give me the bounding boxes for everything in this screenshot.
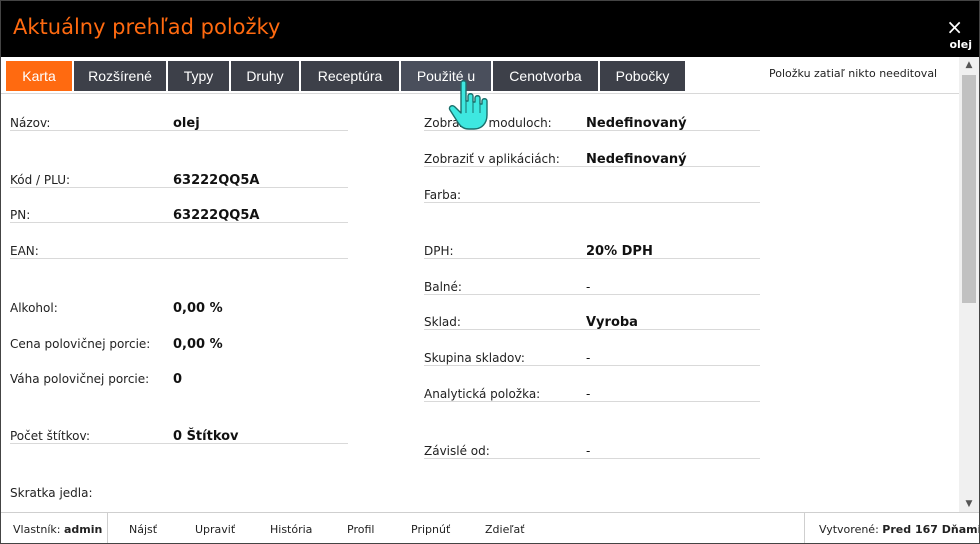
scroll-up-icon[interactable]: ▲: [959, 57, 979, 73]
item-details: Názov: olej Kód / PLU: 63222QQ5A PN: 632…: [1, 94, 959, 512]
field-vaha-polovicnej: Váha polovičnej porcie: 0: [10, 350, 348, 387]
tab-pobocky[interactable]: Pobočky: [600, 61, 685, 91]
edit-status-note: Položku zatiaľ nikto needitoval: [769, 67, 938, 80]
field-skupina-skladov: Skupina skladov: -: [424, 329, 760, 366]
field-sklad: Sklad: Vyroba: [424, 293, 760, 330]
field-label: Zobraziť v aplikáciách:: [424, 152, 560, 166]
field-label: Analytická položka:: [424, 387, 541, 401]
field-label: Zobraziť v moduloch:: [424, 116, 552, 130]
field-label: Názov:: [10, 116, 51, 130]
item-name-label: olej: [949, 38, 972, 51]
edit-button[interactable]: Upraviť: [195, 523, 235, 536]
field-label: Kód / PLU:: [10, 173, 71, 187]
field-label: PN:: [10, 208, 31, 222]
footer-divider: [804, 513, 805, 543]
field-analyticka-polozka: Analytická položka: -: [424, 365, 760, 402]
field-dph: DPH: 20% DPH: [424, 222, 760, 259]
field-nazov: Názov: olej: [10, 94, 348, 131]
field-value: Nedefinovaný: [586, 152, 687, 167]
field-pocet-stitkov: Počet štítkov: 0 Štítkov: [10, 407, 348, 444]
footer-divider: [107, 513, 108, 543]
created-info: Vytvorené: Pred 167 Dňami: [819, 523, 980, 536]
created-label: Vytvorené:: [819, 523, 879, 536]
field-value: 0,00 %: [173, 301, 223, 316]
field-farba: Farba:: [424, 166, 760, 203]
field-ean: EAN:: [10, 222, 348, 259]
title-bar: Aktuálny prehľad položky × olej: [1, 1, 979, 57]
close-icon[interactable]: ×: [946, 17, 963, 37]
tab-typy[interactable]: Typy: [168, 61, 229, 91]
field-label: Váha polovičnej porcie:: [10, 372, 150, 386]
pin-button[interactable]: Pripnúť: [411, 523, 450, 536]
field-value: olej: [173, 116, 200, 131]
share-button[interactable]: Zdieľať: [485, 523, 525, 536]
tab-receptura[interactable]: Receptúra: [301, 61, 399, 91]
field-label: Cena polovičnej porcie:: [10, 337, 151, 351]
owner-label: Vlastník:: [13, 523, 61, 536]
tab-bar: Karta Rozšírené Typy Druhy Receptúra Pou…: [1, 57, 979, 94]
profile-button[interactable]: Profil: [347, 523, 374, 536]
field-value: 63222QQ5A: [173, 208, 260, 223]
field-skratka-jedla: Skratka jedla:: [10, 464, 348, 500]
field-label: Počet štítkov:: [10, 429, 90, 443]
field-zobrazit-aplikaciach: Zobraziť v aplikáciách: Nedefinovaný: [424, 130, 760, 167]
field-value: Vyroba: [586, 315, 638, 330]
created-value: Pred 167 Dňami: [882, 523, 980, 536]
field-label: Sklad:: [424, 315, 461, 329]
field-label: Alkohol:: [10, 301, 58, 315]
field-label: Skupina skladov:: [424, 351, 525, 365]
tab-karta[interactable]: Karta: [6, 61, 72, 91]
find-button[interactable]: Nájsť: [129, 523, 157, 536]
field-value: 20% DPH: [586, 244, 653, 259]
window-title: Aktuálny prehľad položky: [13, 15, 281, 39]
owner-info: Vlastník: admin: [13, 523, 102, 536]
tab-cenotvorba[interactable]: Cenotvorba: [493, 61, 598, 91]
field-zavisle-od: Závislé od: -: [424, 422, 760, 459]
footer-bar: Vlastník: admin Nájsť Upraviť História P…: [1, 512, 980, 543]
tab-rozsirene[interactable]: Rozšírené: [74, 61, 166, 91]
field-value: 0 Štítkov: [173, 429, 239, 444]
history-button[interactable]: História: [270, 523, 312, 536]
owner-value: admin: [63, 523, 103, 536]
field-value: -: [586, 444, 591, 458]
field-value: -: [586, 387, 591, 401]
field-label: Skratka jedla:: [10, 486, 93, 500]
item-detail-window: Aktuálny prehľad položky × olej Karta Ro…: [0, 0, 980, 544]
field-cena-polovicnej: Cena polovičnej porcie: 0,00 %: [10, 315, 348, 352]
field-label: Závislé od:: [424, 444, 490, 458]
tab-pouzite-u[interactable]: Použité u: [401, 61, 491, 91]
field-label: Balné:: [424, 280, 462, 294]
tab-druhy[interactable]: Druhy: [231, 61, 299, 91]
field-value: Nedefinovaný: [586, 116, 687, 131]
vertical-scrollbar[interactable]: ▲ ▼: [959, 57, 979, 512]
field-balne: Balné: -: [424, 258, 760, 295]
field-zobrazit-moduloch: Zobraziť v moduloch: Nedefinovaný: [424, 94, 760, 131]
scroll-thumb[interactable]: [962, 75, 976, 303]
field-pn: PN: 63222QQ5A: [10, 186, 348, 223]
scroll-down-icon[interactable]: ▼: [959, 496, 979, 512]
field-label: EAN:: [10, 244, 39, 258]
field-kod: Kód / PLU: 63222QQ5A: [10, 151, 348, 188]
field-label: Farba:: [424, 188, 462, 202]
field-alkohol: Alkohol: 0,00 %: [10, 279, 348, 316]
field-value: 0: [173, 372, 183, 387]
field-value: -: [586, 280, 591, 294]
field-value: -: [586, 351, 591, 365]
field-label: DPH:: [424, 244, 454, 258]
